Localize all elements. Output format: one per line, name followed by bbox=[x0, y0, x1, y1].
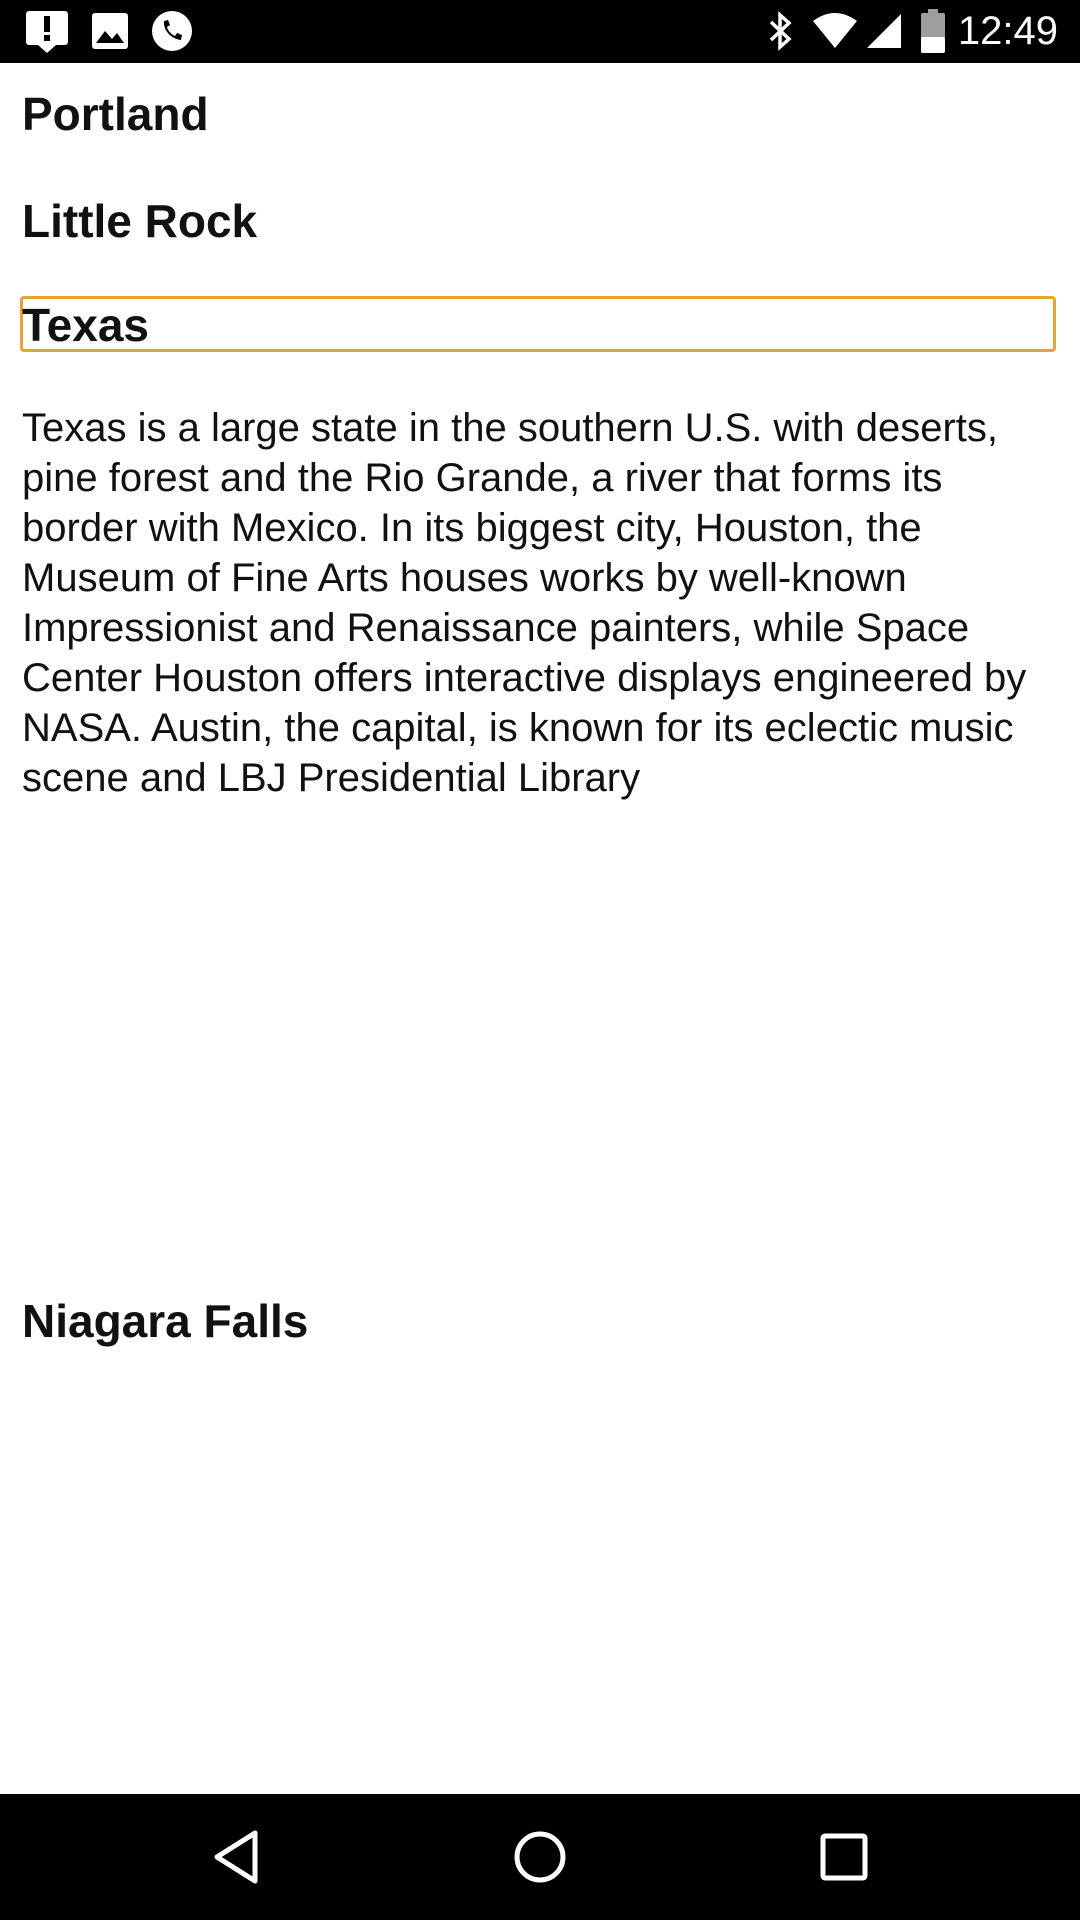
status-time: 12:49 bbox=[957, 9, 1058, 53]
item-description: Texas is a large state in the southern U… bbox=[22, 406, 1027, 800]
list-item-title[interactable]: Portland bbox=[22, 86, 209, 142]
phone-icon bbox=[150, 10, 194, 52]
list-item-title[interactable]: Little Rock bbox=[22, 193, 257, 249]
image-icon bbox=[90, 10, 130, 52]
recents-icon[interactable] bbox=[809, 1822, 879, 1892]
signal-icon bbox=[864, 10, 904, 52]
navigation-bar bbox=[0, 1794, 1080, 1920]
focused-item-outline bbox=[20, 296, 1056, 352]
back-icon[interactable] bbox=[201, 1822, 271, 1892]
wifi-icon bbox=[812, 10, 858, 52]
home-icon[interactable] bbox=[505, 1822, 575, 1892]
alert-icon bbox=[22, 10, 72, 53]
list-item-title[interactable]: Niagara Falls bbox=[22, 1293, 308, 1349]
status-bar: 12:49 bbox=[0, 0, 1080, 63]
bluetooth-icon bbox=[764, 10, 798, 52]
battery-icon bbox=[918, 9, 948, 53]
list-item-title[interactable]: Texas bbox=[22, 297, 149, 353]
content-list[interactable]: Portland Little Rock Texas Texas is a la… bbox=[0, 63, 1080, 1794]
